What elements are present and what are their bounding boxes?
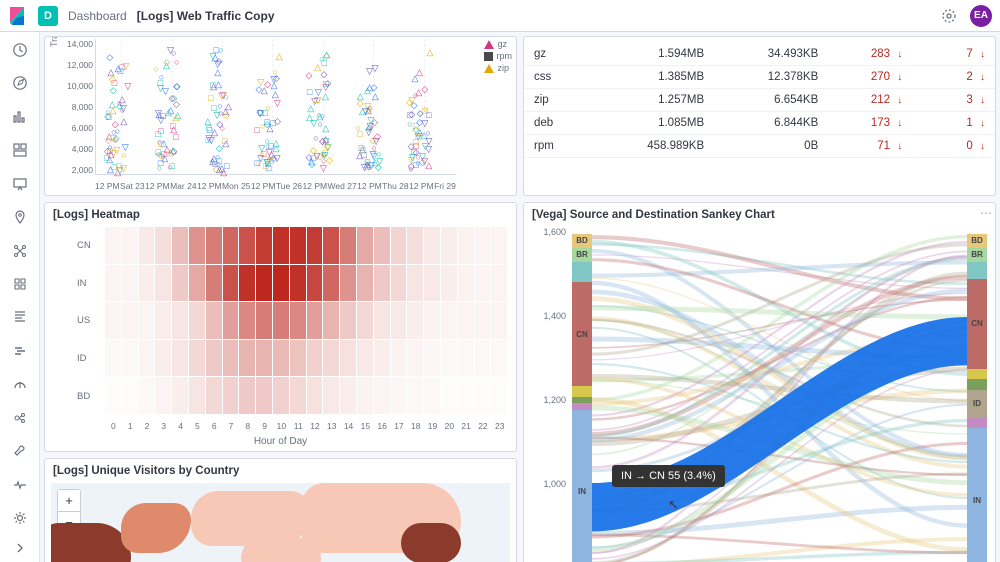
siem-icon[interactable] <box>10 408 30 427</box>
dashboard-grid: Transferred bytes 14,00012,00010,0008,00… <box>40 32 1000 562</box>
collapse-icon[interactable] <box>10 542 30 562</box>
maps-icon[interactable] <box>10 207 30 226</box>
dashboard-icon[interactable] <box>10 140 30 159</box>
sankey-y-ticks: 1,6001,4001,2001,000800 <box>532 227 566 562</box>
zoom-in-button[interactable]: + <box>58 490 80 512</box>
scatter-x-ticks: 12 PMSat 2312 PMMar 2412 PMMon 2512 PMTu… <box>95 181 456 191</box>
map-panel: [Logs] Unique Visitors by Country + − ⛶ <box>44 458 517 562</box>
table-row[interactable]: css1.385MB12.378KB270 ↓2 ↓ <box>524 66 995 89</box>
breadcrumb-current[interactable]: [Logs] Web Traffic Copy <box>137 9 275 23</box>
management-icon[interactable] <box>10 509 30 528</box>
table-row[interactable]: zip1.257MB6.654KB212 ↓3 ↓ <box>524 89 995 112</box>
dev-tools-icon[interactable] <box>10 442 30 461</box>
uptime-icon[interactable] <box>10 375 30 394</box>
table-row[interactable]: deb1.085MB6.844KB173 ↓1 ↓ <box>524 112 995 135</box>
scatter-legend: gzrpmzip <box>484 39 513 73</box>
map-title: [Logs] Unique Visitors by Country <box>45 459 516 479</box>
logs-icon[interactable] <box>10 308 30 327</box>
heatmap-area[interactable]: CNINUSIDBD <box>105 227 508 415</box>
sankey-area[interactable]: BDBRCNIN BDBRCNIDIN IN → CN 55 (3.4%) ↖ <box>572 227 987 562</box>
apm-icon[interactable] <box>10 341 30 360</box>
scatter-panel: Transferred bytes 14,00012,00010,0008,00… <box>44 36 517 196</box>
heatmap-xtitle: Hour of Day <box>45 436 516 447</box>
panel-options-icon[interactable]: ⋯ <box>980 206 992 220</box>
space-badge[interactable]: D <box>38 6 58 26</box>
kibana-logo-icon[interactable] <box>8 6 28 26</box>
heatmap-panel: [Logs] Heatmap CNINUSIDBD 01234567891011… <box>44 202 517 452</box>
visualize-icon[interactable] <box>10 107 30 126</box>
app-header: D Dashboard [Logs] Web Traffic Copy EA <box>0 0 1000 32</box>
avatar[interactable]: EA <box>970 5 992 27</box>
canvas-icon[interactable] <box>10 174 30 193</box>
discover-icon[interactable] <box>10 73 30 92</box>
ml-icon[interactable] <box>10 241 30 260</box>
table-row[interactable]: gz1.594MB34.493KB283 ↓7 ↓ <box>524 43 995 66</box>
newsfeed-icon[interactable] <box>938 5 960 27</box>
map-area[interactable]: + − ⛶ <box>51 483 510 562</box>
scatter-y-ticks: 14,00012,00010,0008,0006,0004,0002,000 <box>63 39 93 175</box>
scatter-plot-area[interactable]: △▽△△△□□◇▽▽▽▽◇○◇▽△◇○◇△□◇○◇□□△▽△□○○◇△▽○□□△… <box>95 39 456 175</box>
sankey-panel: [Vega] Source and Destination Sankey Cha… <box>523 202 996 562</box>
monitoring-icon[interactable] <box>10 475 30 494</box>
table-row[interactable]: rpm458.989KB0B71 ↓0 ↓ <box>524 135 995 158</box>
nav-sidebar <box>0 32 40 562</box>
sankey-title: [Vega] Source and Destination Sankey Cha… <box>524 203 995 223</box>
extension-table: gz1.594MB34.493KB283 ↓7 ↓css1.385MB12.37… <box>524 43 995 158</box>
heatmap-x-ticks: 01234567891011121314151617181920212223 <box>105 421 508 431</box>
scatter-ylabel: Transferred bytes <box>49 36 59 47</box>
cursor-icon: ↖ <box>668 497 679 513</box>
heatmap-title: [Logs] Heatmap <box>45 203 516 223</box>
recent-icon[interactable] <box>10 40 30 59</box>
breadcrumb-root[interactable]: Dashboard <box>68 9 127 23</box>
metrics-icon[interactable] <box>10 274 30 293</box>
table-panel: gz1.594MB34.493KB283 ↓7 ↓css1.385MB12.37… <box>523 36 996 196</box>
